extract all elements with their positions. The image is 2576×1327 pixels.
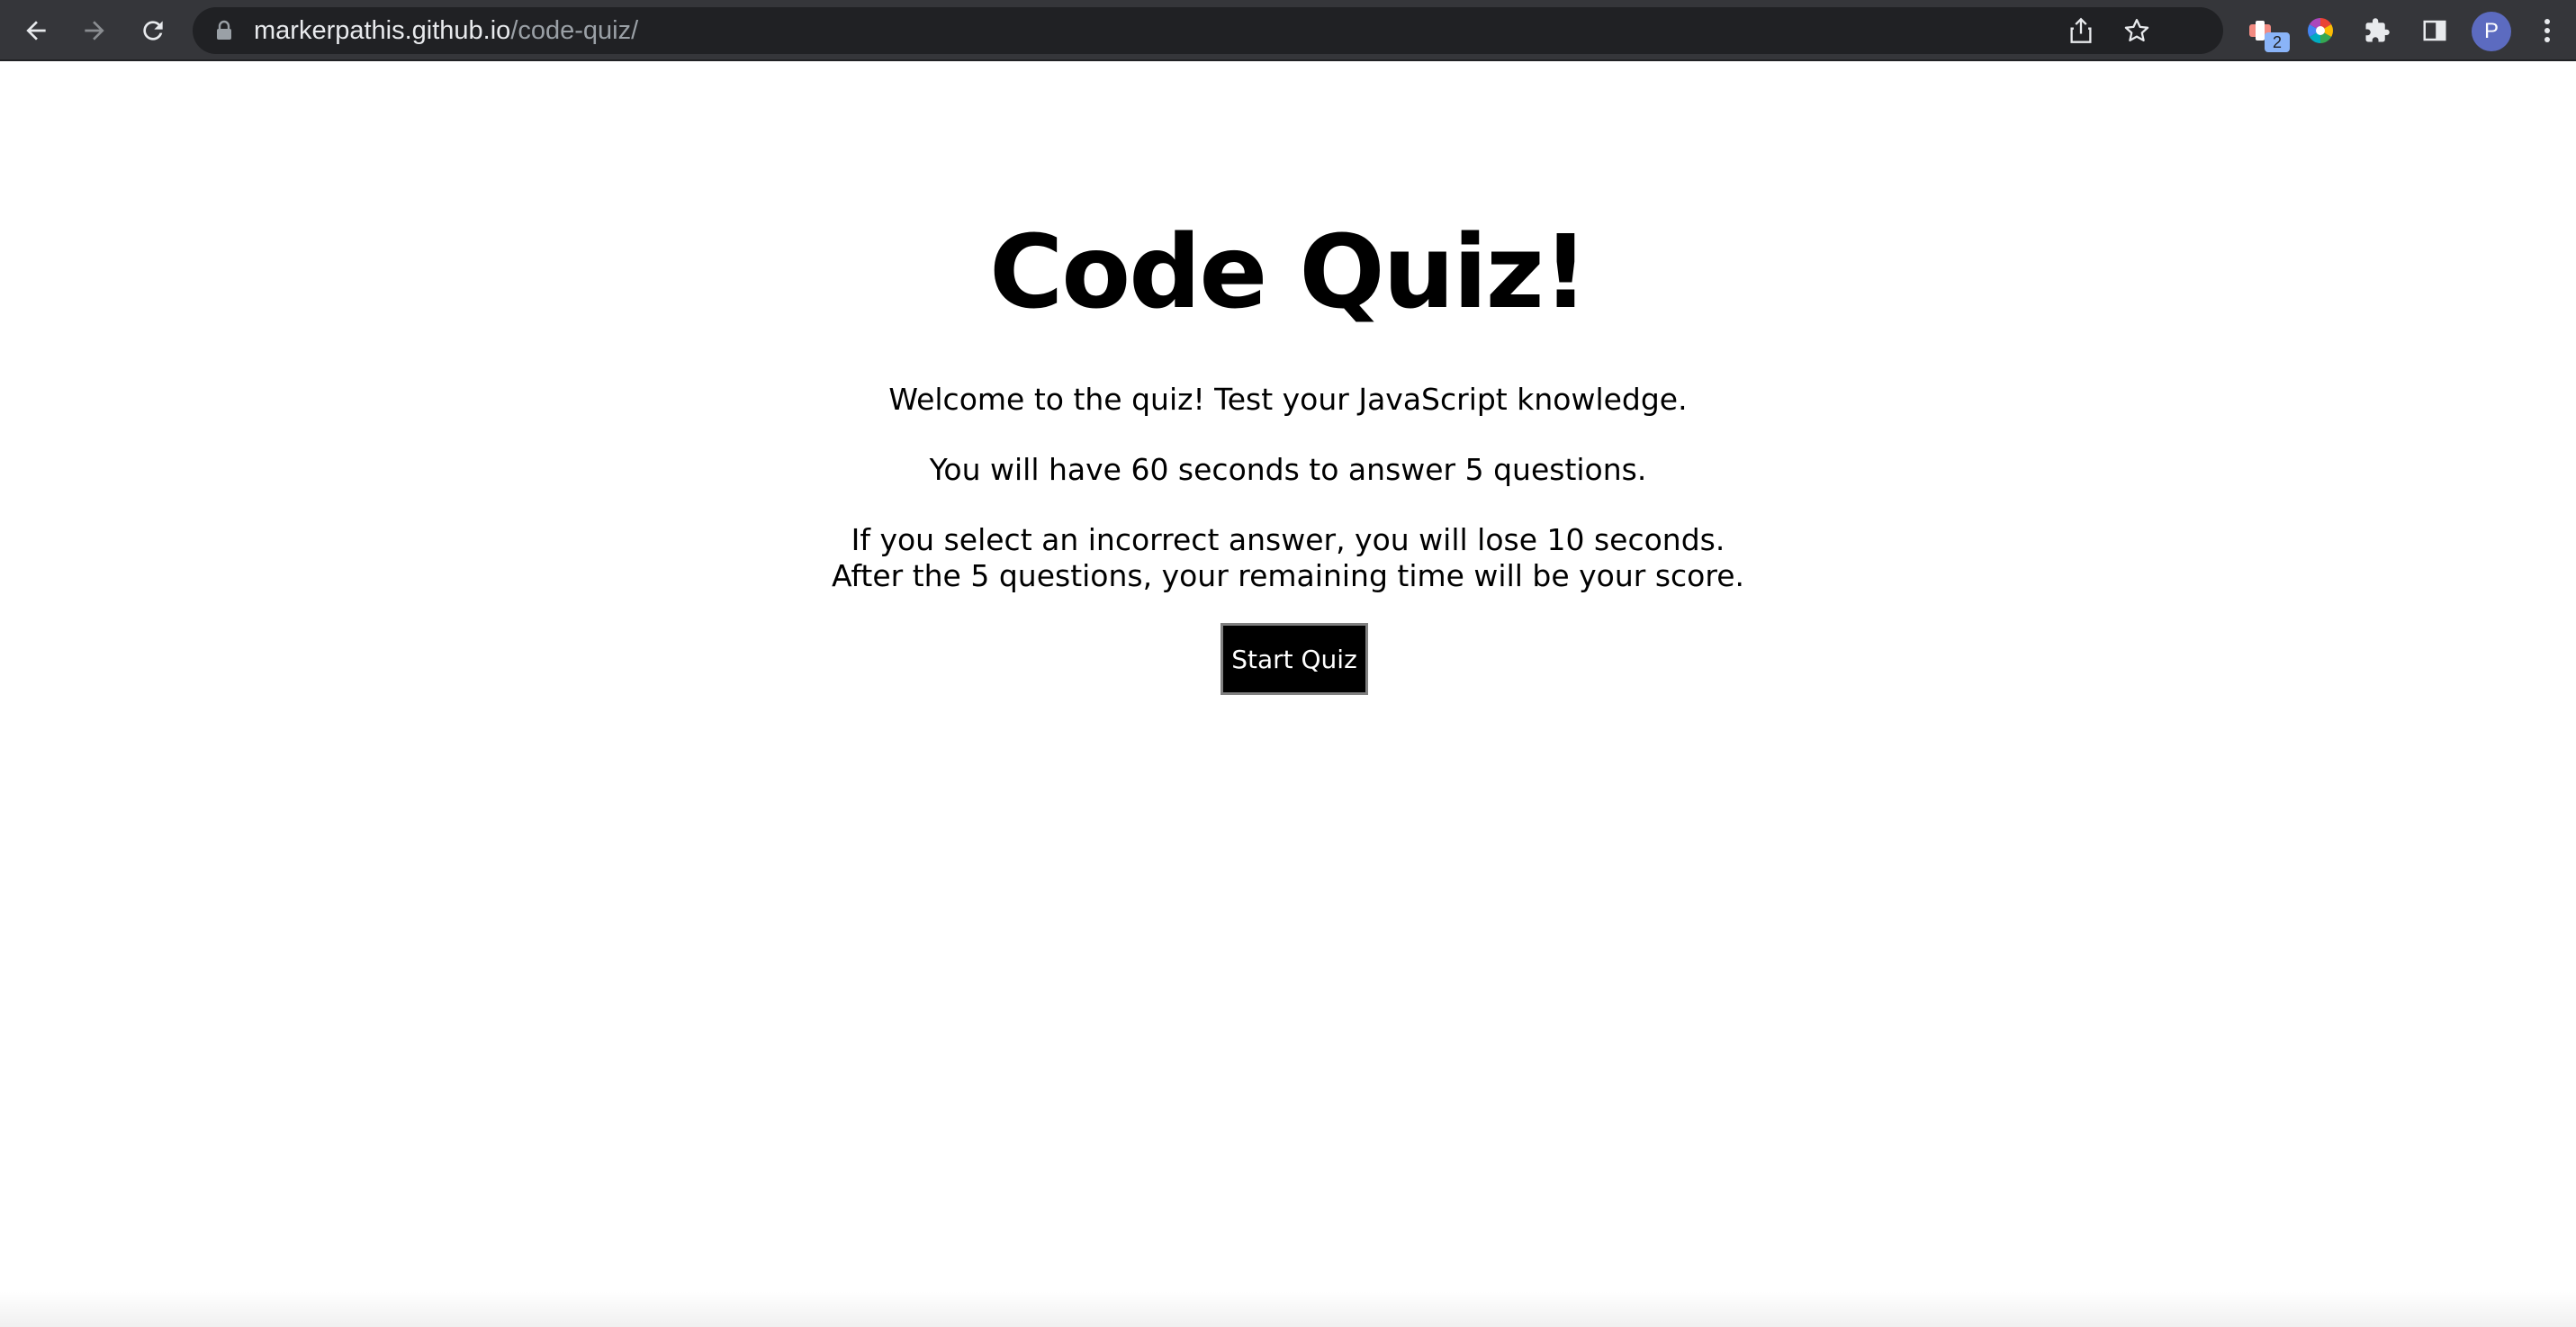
url-host: markerpathis.github.io	[254, 16, 511, 45]
page-viewport: Code Quiz! Welcome to the quiz! Test you…	[0, 63, 2576, 1327]
welcome-text: Welcome to the quiz! Test your JavaScrip…	[888, 382, 1688, 417]
side-panel-button[interactable]	[2413, 9, 2456, 52]
share-button[interactable]	[2065, 14, 2097, 47]
share-icon	[2070, 17, 2092, 43]
reload-icon	[143, 21, 163, 41]
url-text: markerpathis.github.io/code-quiz/	[254, 7, 638, 54]
page-bottom-shadow	[0, 1291, 2576, 1327]
penalty-text: If you select an incorrect answer, you w…	[851, 522, 1725, 557]
scoring-text: After the 5 questions, your remaining ti…	[831, 558, 1745, 593]
kebab-menu-icon	[2544, 19, 2550, 42]
arrow-right-icon	[85, 21, 104, 41]
extension-button-one[interactable]: 2	[2241, 9, 2290, 52]
star-icon	[2124, 19, 2149, 41]
color-wheel-icon	[2308, 18, 2333, 43]
extensions-menu-button[interactable]	[2355, 9, 2399, 52]
page-title: Code Quiz!	[989, 214, 1589, 331]
reload-button[interactable]	[131, 9, 175, 52]
rules-text: You will have 60 seconds to answer 5 que…	[929, 452, 1647, 487]
extension-badge-count: 2	[2265, 32, 2290, 52]
puzzle-icon	[2365, 18, 2390, 42]
profile-avatar[interactable]: P	[2472, 12, 2511, 51]
browser-menu-button[interactable]	[2526, 9, 2569, 52]
forward-button[interactable]	[73, 9, 116, 52]
start-quiz-button[interactable]: Start Quiz	[1220, 623, 1368, 695]
lock-icon	[217, 20, 231, 40]
browser-toolbar: markerpathis.github.io/code-quiz/ 2 P	[0, 0, 2576, 61]
side-panel-icon	[2423, 20, 2446, 41]
url-path: /code-quiz/	[510, 16, 639, 45]
bookmark-button[interactable]	[2121, 14, 2153, 47]
address-bar[interactable]: markerpathis.github.io/code-quiz/	[193, 7, 2223, 54]
arrow-left-icon	[26, 21, 46, 41]
extension-button-two[interactable]	[2299, 9, 2342, 52]
back-button[interactable]	[14, 9, 58, 52]
